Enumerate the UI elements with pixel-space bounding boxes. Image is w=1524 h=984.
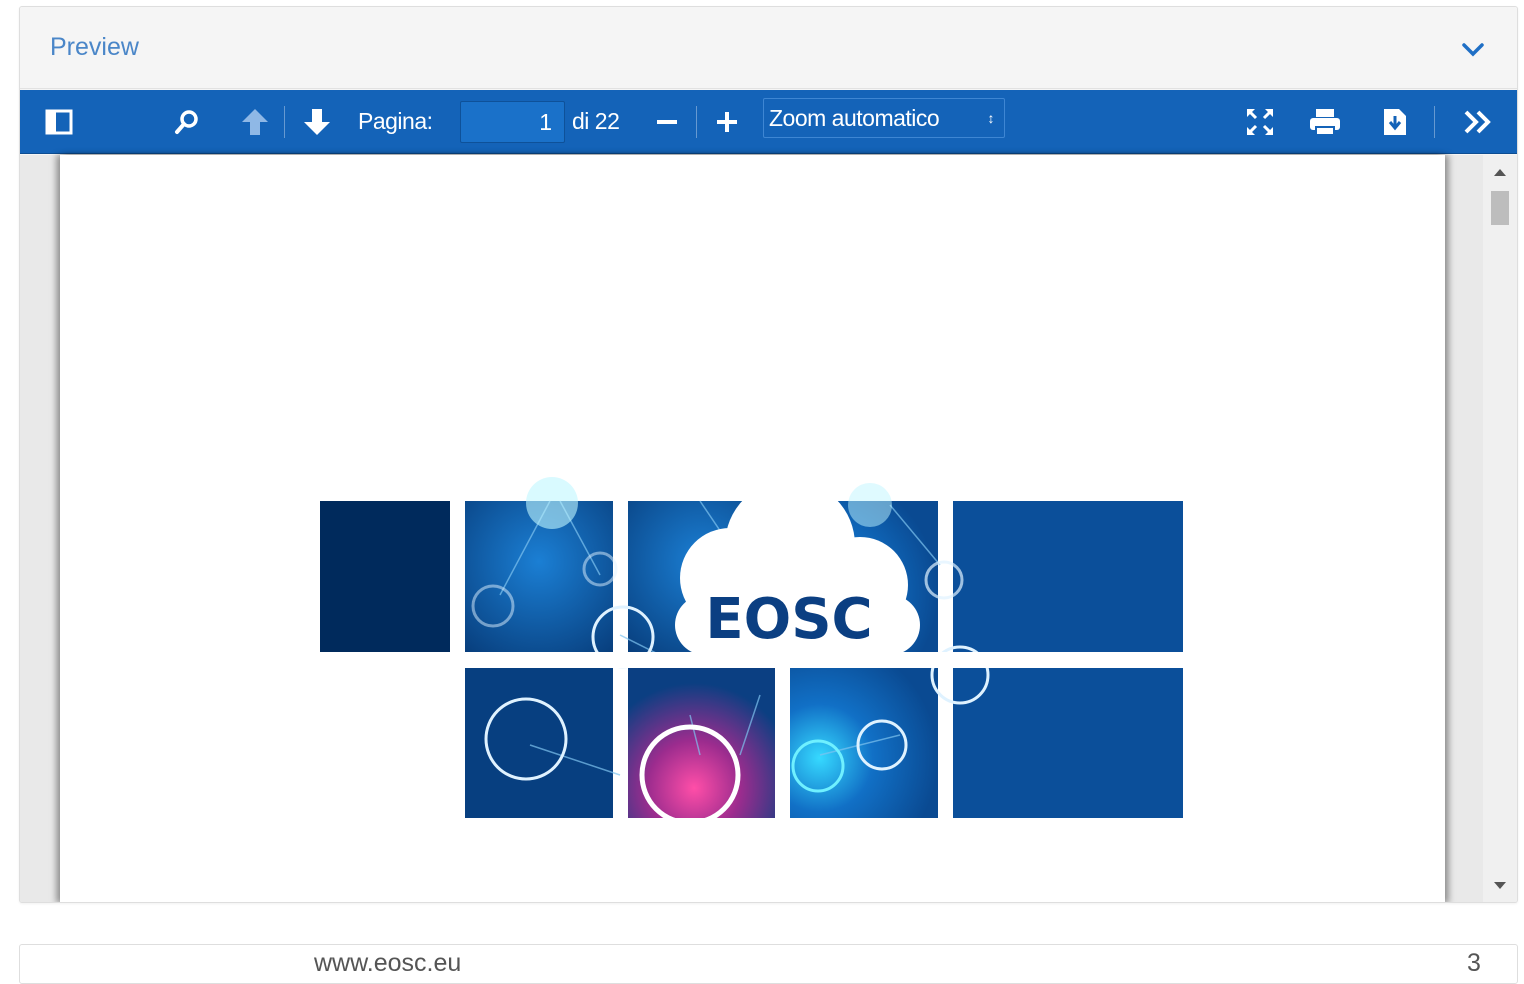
zoom-select-value: Zoom automatico [769,105,940,131]
chevron-down-icon[interactable] [1459,35,1487,63]
tools-button[interactable] [1460,104,1496,140]
sidebar-toggle-button[interactable] [42,104,76,140]
footer-url: www.eosc.eu [314,949,462,977]
eosc-cover-image: EOSC [320,477,1183,826]
panel-header[interactable]: Preview [20,7,1517,89]
print-button[interactable] [1306,104,1344,140]
document-viewer[interactable]: EOSC [20,155,1517,902]
footer-page-number: 3 [1467,949,1481,977]
preview-panel: Preview Pagina: 1 di 22 Zoom automatico … [19,6,1518,903]
document-page: EOSC [60,155,1445,902]
select-arrows-icon: ↕ [987,110,995,126]
tile [953,501,1183,652]
toolbar-separator [284,106,285,138]
fullscreen-icon [1247,109,1273,135]
eosc-logo-text: EOSC [705,587,872,652]
fullscreen-button[interactable] [1242,104,1278,140]
zoom-select[interactable]: Zoom automatico ↕ [763,98,1005,138]
page-total: di 22 [572,108,620,134]
zoom-out-button[interactable] [650,104,684,140]
page-number-input[interactable] [460,101,565,143]
zoom-in-button[interactable] [710,104,744,140]
zoom-out-icon [657,120,677,124]
zoom-in-icon [717,112,737,132]
toolbar-separator [1434,106,1435,138]
tile [628,668,775,818]
next-page-icon [304,109,330,135]
search-button[interactable] [170,104,204,140]
scroll-up-arrow-icon[interactable] [1494,169,1506,176]
toolbar-separator [696,106,697,138]
next-page-button[interactable] [300,104,334,140]
panel-title: Preview [50,33,139,61]
scroll-down-arrow-icon[interactable] [1494,882,1506,889]
search-icon [175,110,198,134]
previous-page-button[interactable] [238,104,272,140]
page-label: Pagina: [358,108,433,134]
download-icon [1384,109,1406,135]
tile [320,501,450,652]
print-icon [1310,109,1340,136]
previous-page-icon [242,109,268,135]
next-panel: www.eosc.eu 3 [19,944,1518,984]
sidebar-toggle-icon [45,109,73,135]
download-button[interactable] [1378,104,1412,140]
pdf-toolbar: Pagina: di 22 Zoom automatico ↕ [20,90,1517,154]
tools-icon [1464,110,1491,134]
tile [953,668,1183,818]
vertical-scrollbar[interactable] [1483,155,1517,902]
scrollbar-thumb[interactable] [1491,191,1509,225]
